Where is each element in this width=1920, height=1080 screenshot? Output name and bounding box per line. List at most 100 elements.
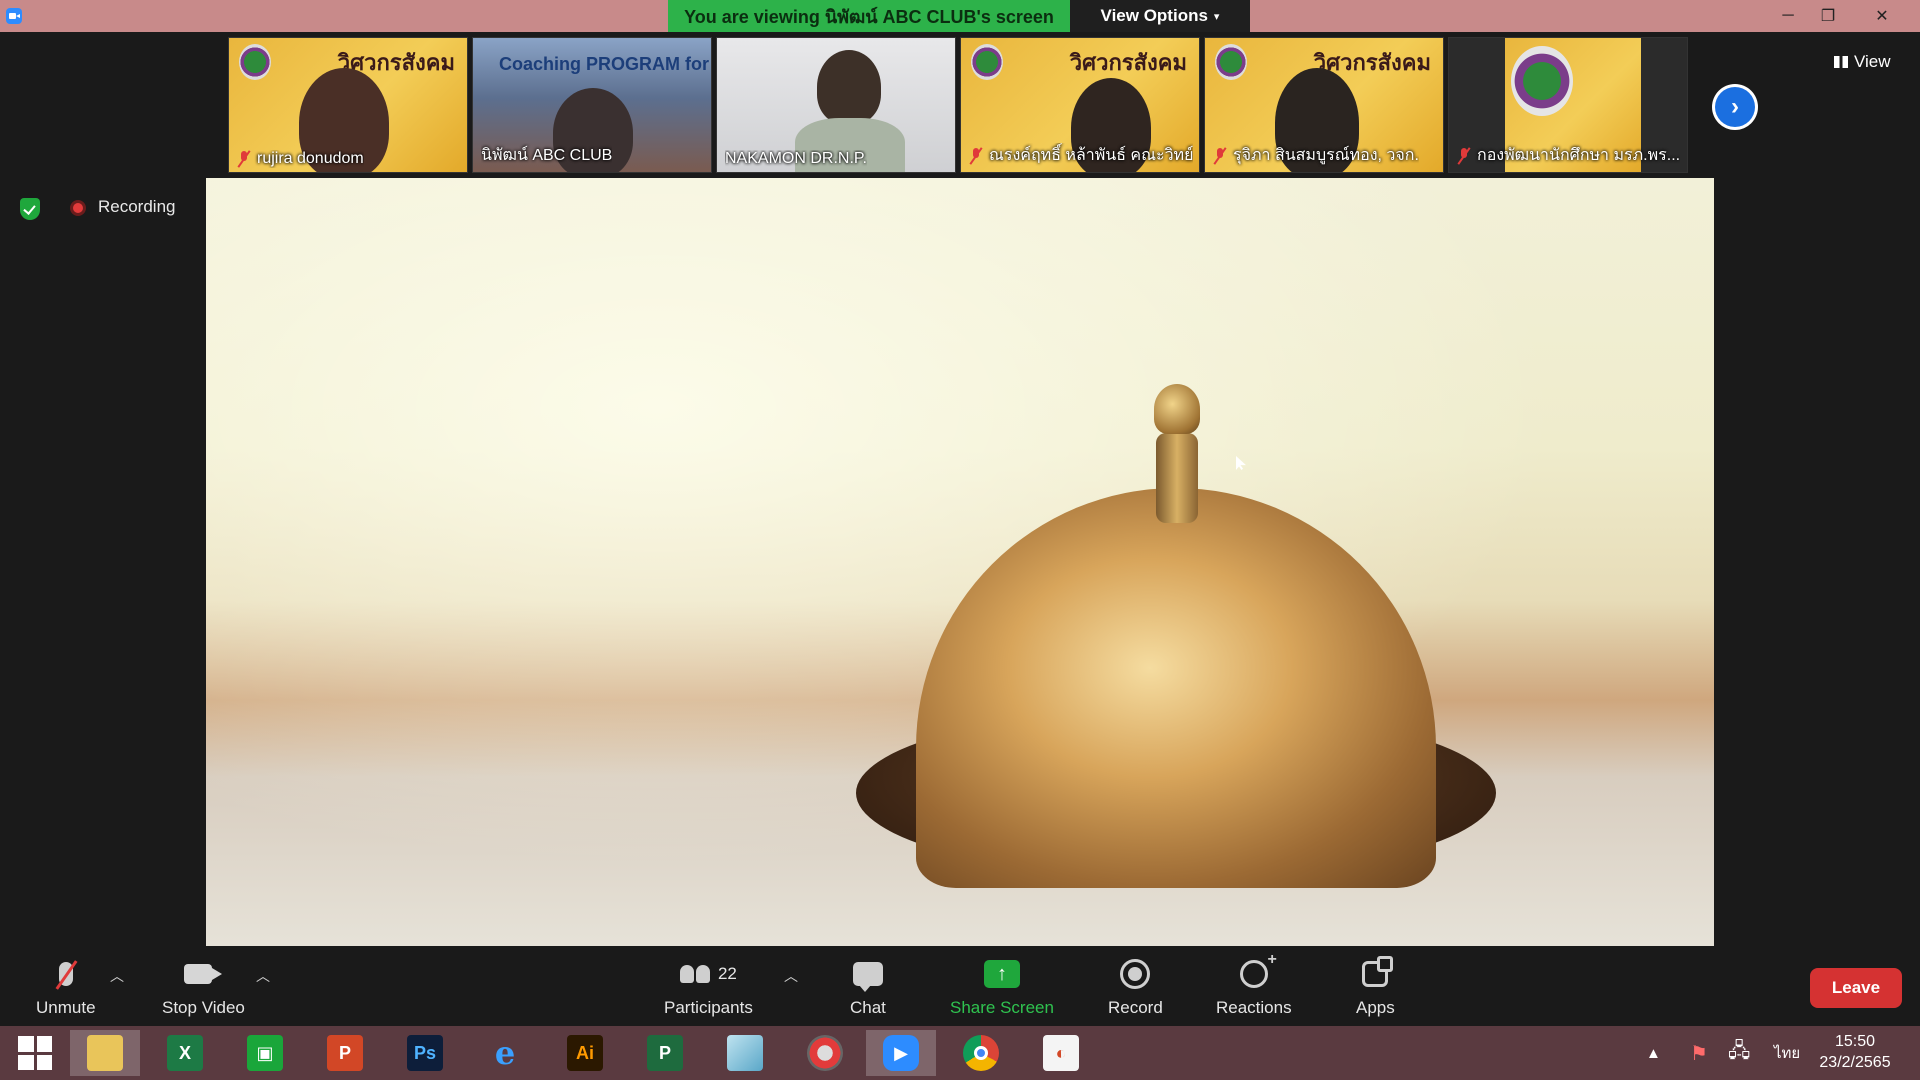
view-label: View — [1854, 52, 1891, 71]
reactions-button[interactable]: Reactions — [1216, 951, 1292, 1018]
chevron-right-icon: › — [1731, 93, 1739, 120]
reactions-icon — [1239, 951, 1277, 988]
taskbar-powerpoint[interactable]: P — [310, 1030, 380, 1076]
start-button[interactable] — [0, 1030, 70, 1076]
taskbar-photoscape[interactable] — [790, 1030, 860, 1076]
tray-overflow-icon[interactable]: ▲ — [1646, 1026, 1661, 1080]
camera-icon — [184, 964, 223, 984]
network-icon[interactable]: 🖧 — [1728, 1026, 1750, 1080]
university-logo — [1215, 44, 1247, 80]
illustrator-icon: Ai — [567, 1035, 603, 1071]
action-center-flag-icon[interactable]: ⚑ — [1690, 1026, 1708, 1080]
taskbar-clock[interactable]: 15:50 23/2/2565 — [1800, 1031, 1910, 1073]
project-icon: P — [647, 1035, 683, 1071]
record-button[interactable]: Record — [1108, 956, 1163, 1018]
close-icon[interactable]: ✕ — [1862, 0, 1902, 32]
view-layout-button[interactable]: View — [1834, 52, 1891, 72]
taskbar-photoshop[interactable]: Ps — [390, 1030, 460, 1076]
participant-tile[interactable]: วิศวกรสังคม ณรงค์ฤทธิ์ หล้าพันธ์ คณะวิทย… — [960, 37, 1200, 173]
participant-tile[interactable]: NAKAMON DR.N.P. — [716, 37, 956, 173]
participant-name: rujira donudom — [237, 150, 364, 168]
participant-name: กองพัฒนานักศึกษา มรภ.พร... — [1457, 143, 1680, 168]
taskbar-zoom[interactable]: ▶ — [866, 1030, 936, 1076]
chrome-icon — [963, 1035, 999, 1071]
microphone-muted-icon — [58, 962, 73, 986]
zoom-icon: ▶ — [883, 1035, 919, 1071]
pen-icon — [727, 1035, 763, 1071]
folder-icon — [87, 1035, 123, 1071]
participants-button[interactable]: 22 Participants — [664, 956, 753, 1018]
grid-icon — [1834, 56, 1848, 68]
unmute-label: Unmute — [36, 998, 96, 1017]
mic-muted-icon — [1213, 147, 1227, 164]
shared-screen — [206, 178, 1714, 946]
mic-muted-icon — [1457, 147, 1471, 164]
bell-knob — [1154, 384, 1200, 434]
apps-icon — [1362, 956, 1394, 987]
unmute-button[interactable]: Unmute — [36, 956, 96, 1018]
view-options-label: View Options — [1100, 6, 1208, 25]
minimize-icon[interactable]: ─ — [1768, 0, 1808, 32]
excel-icon: X — [167, 1035, 203, 1071]
internet-explorer-icon: e — [494, 1034, 516, 1072]
participants-label: Participants — [664, 998, 753, 1017]
share-screen-label: Share Screen — [950, 998, 1054, 1017]
participant-name: รุจิภา สินสมบูรณ์ทอง, วจก. — [1213, 143, 1419, 168]
apps-button[interactable]: Apps — [1356, 956, 1395, 1018]
participant-tile[interactable]: วิศวกรสังคม rujira donudom — [228, 37, 468, 173]
share-screen-icon: ↑ — [983, 960, 1020, 988]
tile-screen-text: Coaching PROGRAM for Lecturer — [499, 54, 711, 74]
window-titlebar: You are viewing นิพัฒน์ ABC CLUB's scree… — [0, 0, 1920, 32]
viewing-banner: You are viewing นิพัฒน์ ABC CLUB's scree… — [668, 0, 1070, 32]
language-indicator[interactable]: ไทย — [1774, 1026, 1800, 1080]
windows-start-icon — [18, 1036, 52, 1070]
powerpoint-icon: P — [327, 1035, 363, 1071]
stop-video-button[interactable]: Stop Video — [162, 956, 245, 1018]
taskbar-chrome[interactable] — [946, 1030, 1016, 1076]
windows-taskbar: X ▣ P Ps e Ai P ▶ ◐ — [0, 1026, 1920, 1080]
participants-icon — [679, 965, 710, 983]
participant-tile[interactable]: Coaching PROGRAM for Lecturer นิพัฒน์ AB… — [472, 37, 712, 173]
participant-tile[interactable]: วิศวกรสังคม รุจิภา สินสมบูรณ์ทอง, วจก. — [1204, 37, 1444, 173]
leave-button[interactable]: Leave — [1810, 968, 1902, 1008]
participant-video — [817, 50, 881, 124]
chat-label: Chat — [850, 998, 886, 1017]
security-shield-icon[interactable] — [20, 198, 40, 220]
mic-muted-icon — [969, 147, 983, 164]
audio-options-caret-icon[interactable]: ︿ — [110, 966, 124, 986]
taskbar-office-app[interactable]: ◐ — [1026, 1030, 1096, 1076]
participants-options-caret-icon[interactable]: ︿ — [784, 966, 798, 986]
record-label: Record — [1108, 998, 1163, 1017]
clock-date: 23/2/2565 — [1819, 1054, 1891, 1071]
university-logo — [239, 44, 271, 80]
taskbar-file-explorer[interactable] — [70, 1030, 140, 1076]
recording-label: Recording — [98, 197, 176, 216]
view-options-button[interactable]: View Options ▾ — [1070, 0, 1250, 32]
apps-label: Apps — [1356, 998, 1395, 1017]
chat-button[interactable]: Chat — [850, 956, 886, 1018]
taskbar-excel[interactable]: X — [150, 1030, 220, 1076]
bell-neck — [1156, 433, 1198, 523]
restore-icon[interactable]: ❐ — [1808, 0, 1848, 32]
photoshop-icon: Ps — [407, 1035, 443, 1071]
participant-tile[interactable]: กองพัฒนานักศึกษา มรภ.พร... — [1448, 37, 1688, 173]
taskbar-store[interactable]: ▣ — [230, 1030, 300, 1076]
mic-muted-icon — [237, 151, 251, 167]
participant-name: นิพัฒน์ ABC CLUB — [481, 147, 613, 164]
taskbar-project[interactable]: P — [630, 1030, 700, 1076]
taskbar-illustrator[interactable]: Ai — [550, 1030, 620, 1076]
video-options-caret-icon[interactable]: ︿ — [256, 966, 270, 986]
participant-name: NAKAMON DR.N.P. — [725, 150, 867, 167]
chat-icon — [852, 962, 883, 992]
university-logo — [971, 44, 1003, 80]
participant-name: ณรงค์ฤทธิ์ หล้าพันธ์ คณะวิทย์ — [969, 143, 1193, 168]
taskbar-internet-explorer[interactable]: e — [470, 1030, 540, 1076]
chevron-down-icon: ▾ — [1213, 10, 1220, 23]
meeting-toolbar: Unmute ︿ Stop Video ︿ 22 Participants ︿ … — [0, 946, 1920, 1026]
participants-count: 22 — [717, 964, 737, 983]
clock-time: 15:50 — [1834, 1033, 1876, 1050]
next-page-button[interactable]: › — [1712, 84, 1758, 130]
share-screen-button[interactable]: ↑ Share Screen — [950, 956, 1054, 1018]
stop-video-label: Stop Video — [162, 998, 245, 1017]
taskbar-pen-app[interactable] — [710, 1030, 780, 1076]
